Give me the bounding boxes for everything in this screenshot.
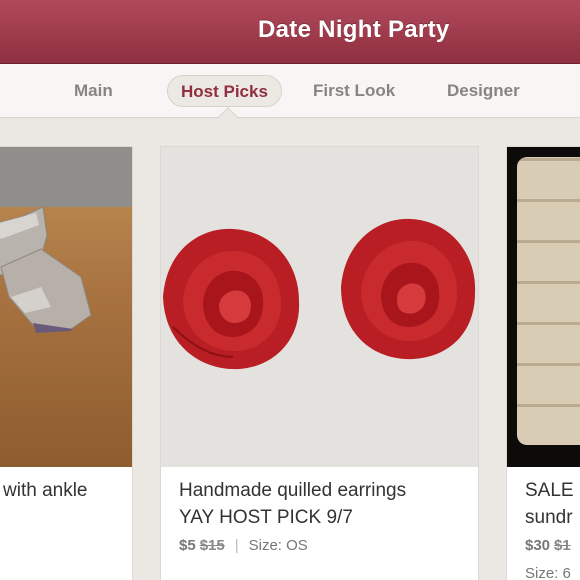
tab-host-picks[interactable]: Host Picks — [167, 75, 282, 107]
listing-card[interactable]: with ankle — [0, 146, 133, 580]
app-header: Date Night Party — [0, 0, 580, 64]
listing-price: $30 — [525, 537, 551, 554]
listing-card[interactable]: SALE sundr $30 $1 Size: 6 — [506, 146, 580, 580]
tab-bar: Main Host Picks First Look Designer — [0, 64, 580, 118]
listing-meta: $5 $15 | Size: OS — [179, 537, 308, 554]
listing-title[interactable]: Handmade quilled earrings YAY HOST PICK … — [179, 477, 406, 531]
listing-original-price: $15 — [199, 537, 225, 554]
listing-meta: $30 $1 — [525, 537, 571, 554]
listing-photo[interactable] — [161, 147, 478, 467]
listing-photo[interactable] — [0, 147, 132, 467]
listing-title[interactable]: with ankle — [3, 477, 88, 504]
listing-card[interactable]: Handmade quilled earrings YAY HOST PICK … — [160, 146, 479, 580]
meta-divider: | — [234, 537, 239, 554]
stone-wall-image — [517, 157, 580, 445]
tab-first-look[interactable]: First Look — [313, 75, 395, 107]
listing-title[interactable]: SALE sundr — [525, 477, 574, 531]
rose-earrings-image — [163, 218, 476, 370]
party-title: Date Night Party — [258, 16, 450, 43]
listing-photo[interactable] — [507, 147, 580, 467]
shoes-image — [0, 147, 132, 333]
tab-designer[interactable]: Designer — [447, 75, 520, 107]
tab-main[interactable]: Main — [74, 75, 113, 107]
listing-original-price: $1 — [554, 537, 571, 554]
listing-price: $5 — [179, 537, 196, 554]
listing-size: Size: 6 — [525, 565, 571, 580]
listing-size: Size: OS — [248, 537, 308, 554]
